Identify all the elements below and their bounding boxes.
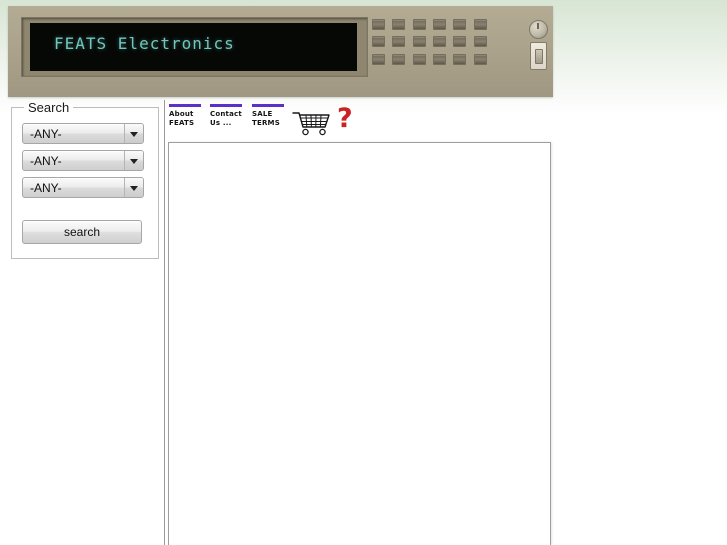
power-switch-icon	[530, 42, 547, 70]
keypad-key	[473, 53, 487, 65]
nav-link-contact-us-label: Contact Us ...	[210, 110, 242, 127]
keypad-key	[433, 19, 446, 30]
keypad-key	[453, 53, 467, 65]
search-select-1-value: -ANY-	[30, 127, 62, 141]
column-divider	[164, 100, 165, 545]
nav-link-bar	[210, 104, 242, 107]
chevron-down-icon[interactable]	[124, 178, 143, 197]
keypad-key	[372, 53, 385, 65]
keypad-key	[433, 53, 446, 65]
keypad-key	[412, 53, 426, 65]
keypad-key	[453, 36, 467, 48]
nav-link-about-feats[interactable]: About FEATS	[169, 104, 201, 128]
nav-link-contact-us[interactable]: Contact Us ...	[210, 104, 242, 128]
help-question-mark-icon[interactable]: ?	[337, 105, 353, 132]
lcd-bezel: FEATS Electronics	[21, 17, 368, 77]
nav-link-bar	[169, 104, 201, 107]
banner-faceplate: FEATS Electronics	[8, 6, 553, 97]
nav-link-sale-terms-label: SALE TERMS	[252, 110, 280, 127]
keypad-key	[392, 53, 406, 65]
keypad-key	[372, 19, 385, 30]
keypad-key	[473, 36, 487, 48]
keypad-key	[433, 36, 446, 48]
nav-link-bar	[252, 104, 284, 107]
keypad-key	[372, 36, 385, 48]
chevron-down-icon[interactable]	[124, 151, 143, 170]
chevron-down-icon[interactable]	[124, 124, 143, 143]
search-filter-row-3: -ANY-	[22, 177, 148, 198]
keypad-key	[392, 19, 406, 30]
dial-knob-icon	[529, 20, 548, 39]
keypad-key	[453, 19, 467, 30]
page-root: FEATS Electronics Search -ANY- -ANY- -AN…	[0, 0, 727, 545]
search-select-1[interactable]: -ANY-	[22, 123, 144, 144]
search-panel: Search -ANY- -ANY- -ANY- search	[11, 100, 159, 259]
main-content-body	[169, 143, 550, 545]
search-select-2-value: -ANY-	[30, 154, 62, 168]
keypad-grid	[372, 19, 492, 69]
shopping-cart-icon[interactable]	[292, 110, 332, 136]
main-content-panel	[168, 142, 551, 545]
keypad-key	[392, 36, 406, 48]
search-select-3[interactable]: -ANY-	[22, 177, 144, 198]
search-filter-row-2: -ANY-	[22, 150, 148, 171]
keypad-key	[412, 19, 426, 30]
search-select-3-value: -ANY-	[30, 181, 62, 195]
search-panel-legend: Search	[28, 100, 70, 115]
keypad-key	[412, 36, 426, 48]
site-title: FEATS Electronics	[54, 34, 235, 53]
keypad-key	[473, 19, 487, 30]
search-filter-row-1: -ANY-	[22, 123, 148, 144]
search-button[interactable]: search	[22, 220, 142, 244]
lcd-screen: FEATS Electronics	[30, 23, 357, 71]
nav-link-about-feats-label: About FEATS	[169, 110, 195, 127]
search-select-2[interactable]: -ANY-	[22, 150, 144, 171]
nav-link-sale-terms[interactable]: SALE TERMS	[252, 104, 284, 128]
site-banner: FEATS Electronics	[8, 6, 553, 97]
